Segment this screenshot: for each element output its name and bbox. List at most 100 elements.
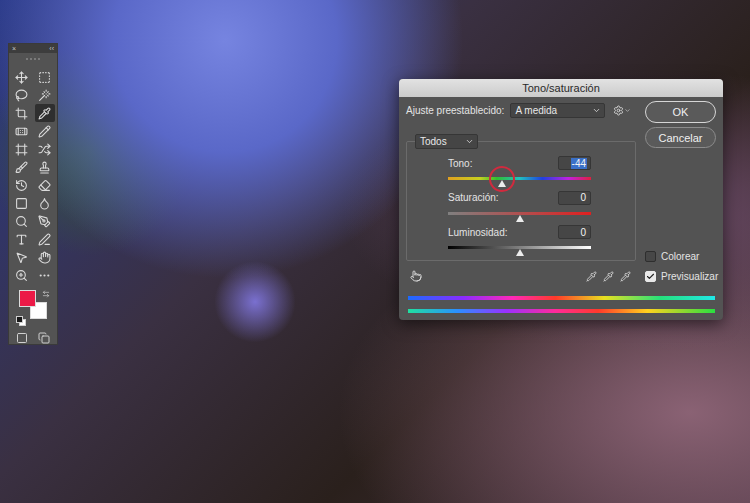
close-button[interactable]: × [12,44,16,53]
hue-bars [399,296,723,313]
slider-row: Luminosidad: 0 [448,225,591,260]
slider-track[interactable] [448,177,591,180]
freeform-pen-icon [38,233,51,246]
healing-icon [15,125,28,138]
preset-menu[interactable] [613,105,631,116]
dodge-icon [15,215,28,228]
bottom-tools [406,269,636,283]
screen-mode-icon[interactable] [38,332,50,344]
channel-select[interactable]: Todos [415,134,478,149]
dialog-button[interactable]: Cancelar [645,127,716,148]
modes-row [16,332,50,344]
tool-button[interactable] [35,68,55,86]
tool-button[interactable] [35,104,55,122]
result-hue-bar [408,296,715,300]
color-well [16,290,50,324]
brush-icon [15,161,28,174]
crop-icon [15,107,28,120]
more-icon [38,269,51,282]
slider-label: Luminosidad: [448,227,507,238]
slider-label: Tono: [448,158,472,169]
buttons-column: OK Cancelar Colorear Previsualizar [645,97,716,283]
slider-thumb[interactable] [516,249,524,256]
screen: ×‹‹Tono/saturaciónAjuste preestablecido:… [0,0,750,503]
swap-icon [42,290,50,298]
tool-grid [12,68,55,284]
tool-button[interactable] [12,248,32,266]
tool-button[interactable] [12,194,32,212]
preset-label: Ajuste preestablecido: [406,105,504,116]
slider-track[interactable] [448,246,591,249]
check-icon [646,272,655,281]
checkbox[interactable] [645,251,656,262]
checkbox-row[interactable]: Colorear [645,250,716,262]
quick-selection-icon [38,89,51,102]
tool-button[interactable] [12,68,32,86]
adjust-group: TodosTono:-44Saturación:0Luminosidad:0 [406,141,636,261]
value-field[interactable]: 0 [558,191,591,205]
annotation-circle [489,166,515,192]
controls-column: Ajuste preestablecido: A medida Todos Tono:… [406,97,636,283]
chevron-icon [465,137,474,146]
tool-button[interactable] [35,86,55,104]
preset-select[interactable]: A medida [510,103,605,118]
tool-button[interactable] [12,140,32,158]
tools-panel: × ‹‹ [8,43,58,345]
tool-button[interactable] [12,158,32,176]
slider-label: Saturación: [448,192,499,203]
tool-button[interactable] [35,194,55,212]
foreground-swatch[interactable] [19,290,36,307]
checkbox[interactable] [645,271,656,282]
pencil-icon [38,125,51,138]
field-row: Saturación: 0 [448,191,591,205]
text-icon [15,233,28,246]
checkbox-row[interactable]: Previsualizar [645,270,716,282]
panel-header: × ‹‹ [9,44,57,53]
tool-button[interactable] [12,104,32,122]
slider-row: Saturación: 0 [448,191,591,226]
default-colors-button[interactable] [16,316,24,324]
tool-button[interactable] [12,212,32,230]
collapse-button[interactable]: ‹‹ [49,44,54,53]
history-brush-icon [15,179,28,192]
field-row: Tono: -44 [448,156,591,170]
slider-thumb[interactable] [498,180,506,187]
content-move-icon [38,143,51,156]
lasso-icon [15,89,28,102]
mini-foreground [16,316,23,323]
title-bar: Tono/saturación [399,79,723,97]
eyedropper-subtract-icon[interactable] [620,271,631,282]
tool-button[interactable] [35,212,55,230]
tool-button[interactable] [35,248,55,266]
frame-icon [15,143,28,156]
swap-button[interactable] [42,290,50,298]
tool-button[interactable] [12,86,32,104]
tool-button[interactable] [35,266,55,284]
path-selection-icon [15,251,28,264]
hand-adjust-icon[interactable] [410,270,422,282]
tool-button[interactable] [12,266,32,284]
hand-icon [38,251,51,264]
tool-button[interactable] [35,158,55,176]
tool-button[interactable] [35,230,55,248]
value-field[interactable]: -44 [558,156,591,170]
quick-mask-icon[interactable] [16,332,28,344]
eyedropper-icon[interactable] [586,271,597,282]
grip[interactable] [26,58,40,62]
value-field[interactable]: 0 [558,225,591,239]
tool-button[interactable] [12,122,32,140]
blur-icon [38,197,51,210]
tool-button[interactable] [12,176,32,194]
tool-button[interactable] [35,122,55,140]
gradient-icon [15,197,28,210]
tool-button[interactable] [12,230,32,248]
slider-thumb[interactable] [516,215,524,222]
slider-track[interactable] [448,212,591,215]
tool-button[interactable] [35,176,55,194]
dialog-button[interactable]: OK [645,101,716,123]
eyedropper-add-icon[interactable] [603,271,614,282]
zoom-icon [15,269,28,282]
tool-button[interactable] [35,140,55,158]
checkbox-label: Previsualizar [661,271,718,282]
preset-row: Ajuste preestablecido: A medida [406,103,636,118]
